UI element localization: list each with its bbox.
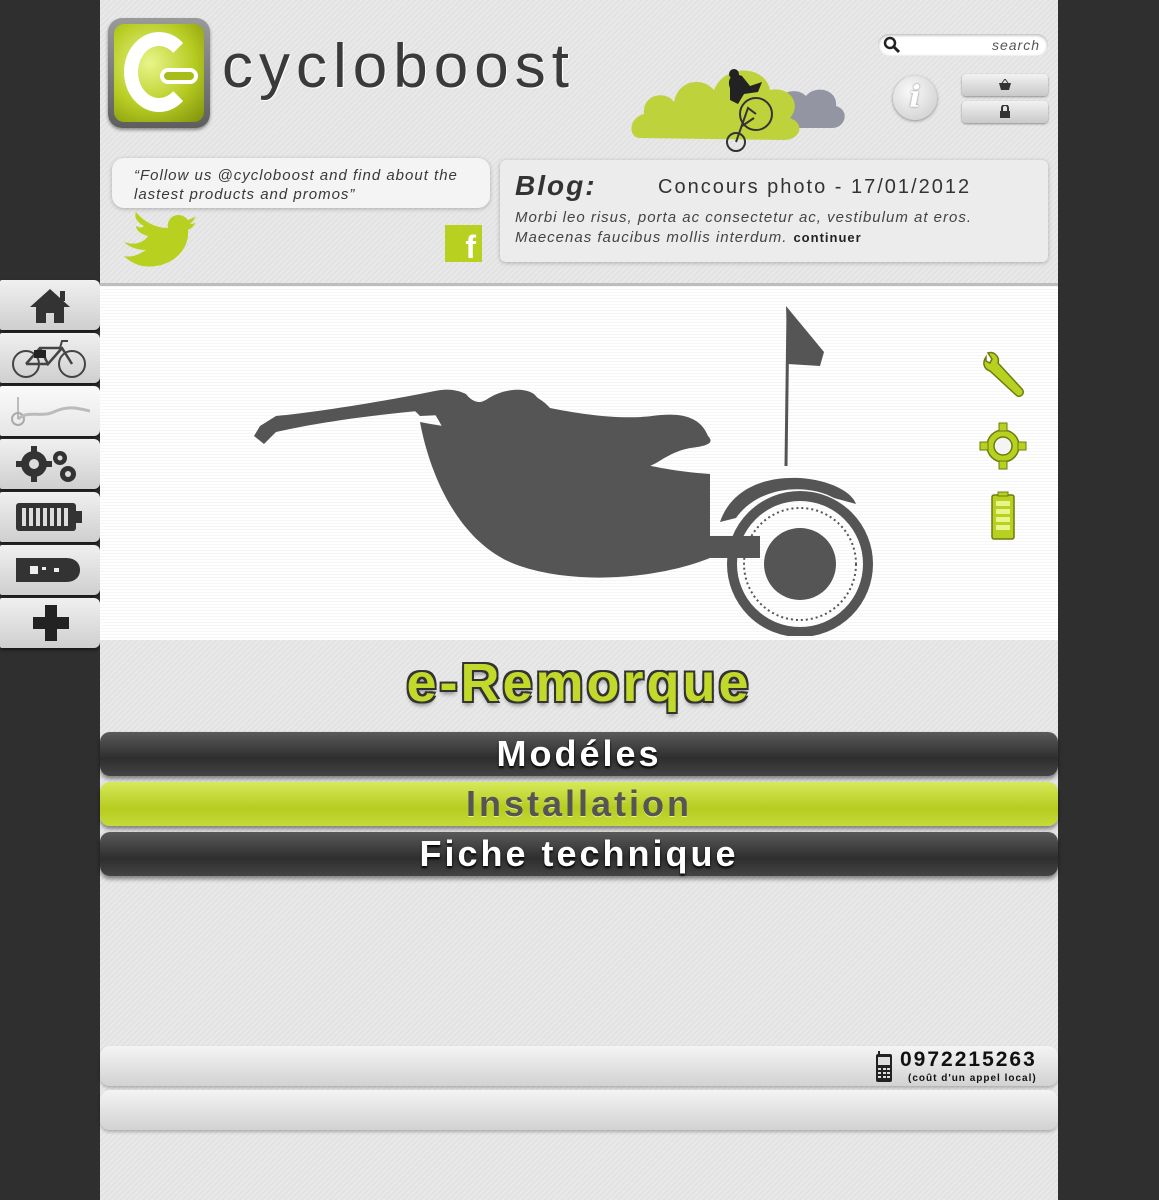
blog-excerpt-text: Morbi leo risus, porta ac consectetur ac…	[515, 209, 973, 246]
nav-more-button[interactable]	[0, 598, 100, 648]
cart-button[interactable]	[962, 74, 1048, 96]
wrench-icon[interactable]	[978, 351, 1028, 401]
blog-continue-link[interactable]: continuer	[793, 230, 861, 245]
page: cycloboost search i “Follow us @cycloboo…	[100, 0, 1058, 1200]
motor-icon	[16, 558, 80, 582]
facebook-icon[interactable]: f	[445, 225, 482, 262]
product-title: e-Remorque	[406, 653, 752, 713]
logo[interactable]	[108, 18, 210, 128]
gears-icon	[16, 446, 76, 482]
phone-icon	[876, 1051, 892, 1082]
nav-parts-button[interactable]	[0, 439, 100, 489]
login-button[interactable]	[962, 101, 1048, 123]
blog-panel: Blog: Concours photo - 17/01/2012 Morbi …	[500, 160, 1048, 262]
twitter-bird-icon[interactable]	[122, 212, 198, 270]
trailer-icon	[11, 397, 90, 426]
info-button[interactable]: i	[893, 76, 937, 120]
battery-icon	[16, 503, 82, 531]
blog-post-title[interactable]: Concours photo - 17/01/2012	[658, 176, 971, 199]
brand-name: cycloboost	[222, 32, 575, 101]
twitter-follow-bubble[interactable]: “Follow us @cycloboost and find about th…	[112, 158, 490, 208]
hero-banner	[100, 283, 1058, 640]
bicycle-icon	[12, 340, 86, 378]
nav-trailer-button[interactable]	[0, 386, 100, 436]
side-navigation	[0, 280, 100, 651]
home-icon	[30, 289, 70, 323]
logo-bar-shape	[160, 68, 198, 84]
tab-installation[interactable]: Installation	[100, 782, 1058, 826]
nav-motor-button[interactable]	[0, 545, 100, 595]
tab-models[interactable]: Modéles	[100, 732, 1058, 776]
search-input[interactable]: search	[878, 34, 1048, 56]
nav-battery-button[interactable]	[0, 492, 100, 542]
nav-home-button[interactable]	[0, 280, 100, 330]
plus-icon	[33, 605, 69, 641]
blog-label: Blog:	[515, 170, 597, 201]
battery-level-icon[interactable]	[978, 491, 1028, 541]
search-placeholder: search	[991, 37, 1040, 53]
basket-icon	[999, 78, 1011, 90]
blog-excerpt: Morbi leo risus, porta ac consectetur ac…	[515, 208, 1045, 248]
phone-number[interactable]: 0972215263	[900, 1048, 1037, 1072]
nav-bikes-button[interactable]	[0, 333, 100, 383]
phone-note: (coût d'un appel local)	[908, 1073, 1037, 1084]
cyclist-cloud-illustration	[631, 69, 845, 152]
search-icon	[883, 36, 901, 54]
tab-technical-sheet[interactable]: Fiche technique	[100, 832, 1058, 876]
gear-icon[interactable]	[978, 421, 1028, 471]
lock-icon	[1000, 104, 1010, 118]
trailer-product-image	[254, 306, 873, 636]
footer-bar	[100, 1090, 1058, 1130]
